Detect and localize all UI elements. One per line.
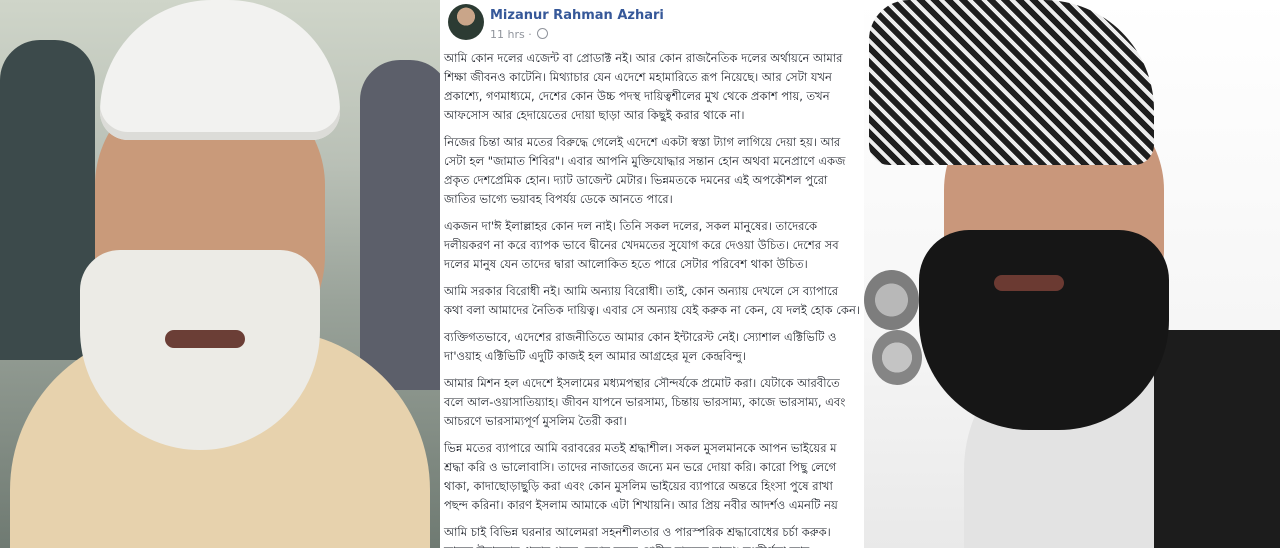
globe-icon [537,28,549,39]
mouth [994,275,1064,291]
post-paragraph: একজন দা'ঈ ইলাল্লাহর কোন দল নাই। তিনি সকল… [444,219,839,271]
background-person [360,60,440,390]
white-cap [100,0,340,140]
black-beard [919,230,1169,430]
author-avatar[interactable] [448,4,484,40]
microphone [864,270,919,330]
microphone [872,330,922,385]
post-paragraph: ভিন্ন মতের ব্যাপারে আমি বরাবরের মতই শ্রদ… [444,441,838,512]
post-header: Mizanur Rahman Azhari 11 hrs · [440,0,864,48]
facebook-post: Mizanur Rahman Azhari 11 hrs · আমি কোন দ… [440,0,864,548]
left-photo [0,0,440,548]
post-paragraph: নিজের চিন্তা আর মতের বিরুদ্ধে গেলেই এদেশ… [444,135,846,206]
post-paragraph: আমার মিশন হল এদেশে ইসলামের মধ্যমপন্থার স… [444,376,846,428]
post-meta: 11 hrs · [490,28,549,41]
post-paragraph: আমি কোন দলের এজেন্ট বা প্রোডাক্ট নই। আর … [444,51,843,122]
post-time[interactable]: 11 hrs [490,28,525,41]
post-paragraph: ব্যক্তিগতভাবে, এদেশের রাজনীতিতে আমার কোন… [444,330,837,363]
meta-separator: · [528,28,532,41]
mouth [165,330,245,348]
post-paragraph: আমি সরকার বিরোধী নই। আমি অন্যায় বিরোধী।… [444,284,860,317]
post-body: আমি কোন দলের এজেন্ট বা প্রোডাক্ট নই। আর … [440,48,864,548]
black-shawl [1154,330,1280,548]
post-paragraph: আমি চাই বিভিন্ন ঘরনার আলেমরা সহনশীলতার ও… [444,525,831,548]
patterned-cap [869,0,1154,165]
right-photo [864,0,1280,548]
author-name[interactable]: Mizanur Rahman Azhari [490,8,664,23]
